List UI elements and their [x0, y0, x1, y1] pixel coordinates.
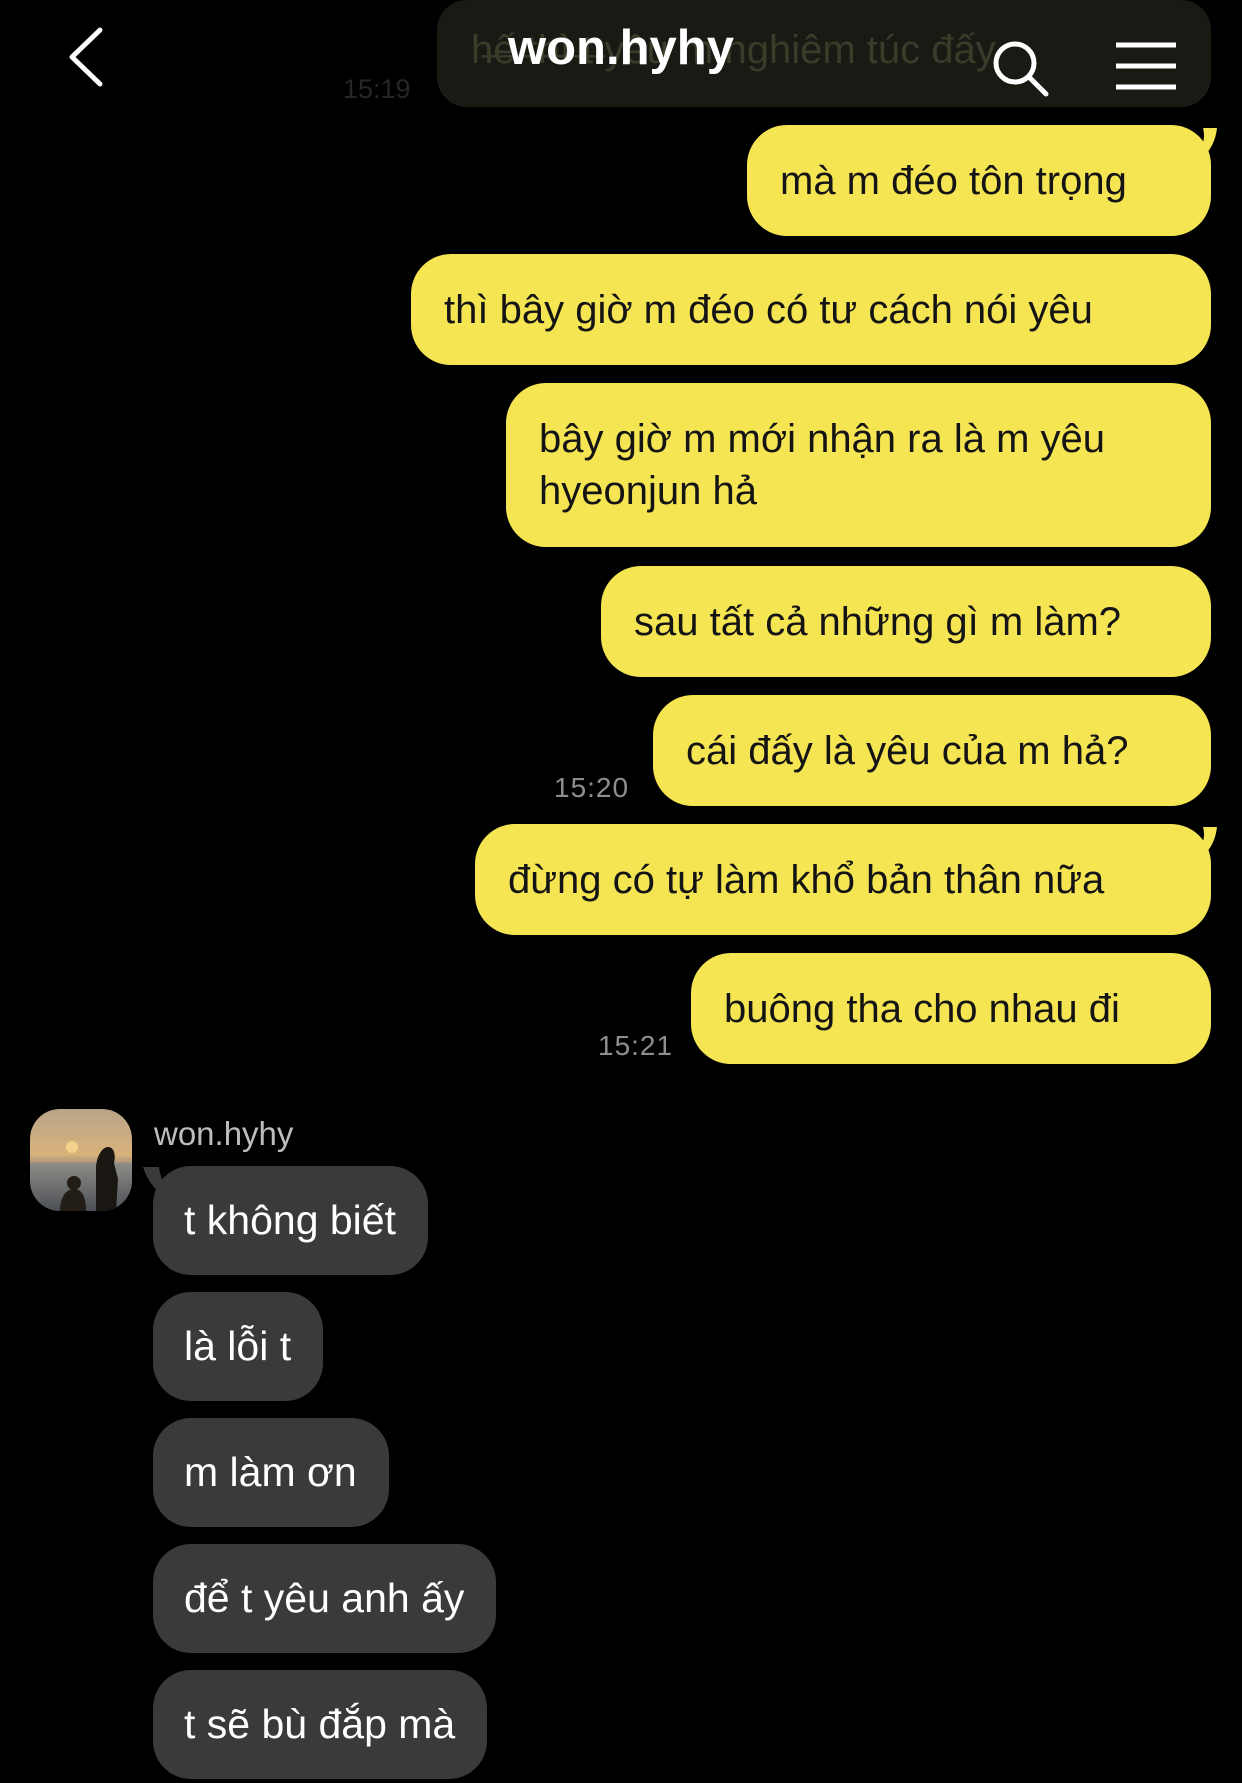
search-icon: [993, 41, 1049, 97]
message-text: cái đấy là yêu của m hả?: [686, 728, 1129, 773]
message-text: t sẽ bù đắp mà: [184, 1701, 456, 1747]
outgoing-message[interactable]: mà m đéo tôn trọng: [747, 125, 1211, 236]
message-text: là lỗi t: [184, 1323, 292, 1369]
menu-icon: [1116, 42, 1176, 90]
message-text: thì bây giờ m đéo có tư cách nói yêu: [444, 287, 1093, 332]
incoming-message[interactable]: để t yêu anh ấy: [153, 1544, 497, 1653]
search-button[interactable]: [990, 38, 1052, 100]
outgoing-message[interactable]: buông tha cho nhau đi: [691, 953, 1211, 1064]
timestamp: 15:20: [554, 772, 630, 803]
partial-outgoing-message[interactable]: h̶ế̶ ̶t̶h̶ì̶ ̶t̶ yêu m nghiêm túc đấy: [437, 0, 1211, 107]
message-text-line: hyeonjun hả: [539, 469, 757, 513]
message-text: sau tất cả những gì m làm?: [634, 599, 1122, 644]
message-text: m làm ơn: [184, 1449, 357, 1495]
menu-button[interactable]: [1114, 40, 1178, 92]
incoming-message[interactable]: t sẽ bù đắp mà: [153, 1670, 488, 1779]
avatar-image: [30, 1109, 132, 1211]
outgoing-message[interactable]: cái đấy là yêu của m hả?: [653, 695, 1211, 806]
timestamp: 15:21: [598, 1030, 674, 1061]
message-text-line: bây giờ m mới nhận ra là m yêu: [539, 417, 1106, 461]
incoming-message[interactable]: là lỗi t: [153, 1292, 324, 1401]
message-text: đừng có tự làm khổ bản thân nữa: [508, 857, 1105, 902]
timestamp-partial: 15:19: [343, 74, 411, 104]
sender-name: won.hyhy: [154, 1115, 294, 1152]
incoming-message[interactable]: m làm ơn: [153, 1418, 389, 1527]
bubble-tail: [1187, 827, 1217, 866]
chevron-left-icon: [69, 27, 103, 87]
outgoing-message[interactable]: đừng có tự làm khổ bản thân nữa: [475, 824, 1211, 935]
outgoing-message[interactable]: thì bây giờ m đéo có tư cách nói yêu: [411, 254, 1211, 365]
incoming-message[interactable]: t không biết: [153, 1166, 428, 1275]
outgoing-message[interactable]: sau tất cả những gì m làm?: [601, 566, 1211, 677]
outgoing-message[interactable]: bây giờ m mới nhận ra là m yêu hyeonjun …: [506, 383, 1211, 547]
avatar[interactable]: [30, 1109, 132, 1211]
partial-message-text: h̶ế̶ ̶t̶h̶ì̶ ̶t̶ yêu m nghiêm túc đấy: [471, 28, 996, 72]
message-text: mà m đéo tôn trọng: [780, 158, 1127, 203]
message-text: buông tha cho nhau đi: [724, 986, 1120, 1031]
message-text: để t yêu anh ấy: [184, 1575, 465, 1621]
message-text: t không biết: [184, 1197, 396, 1243]
bubble-tail: [1187, 128, 1217, 167]
back-button[interactable]: [60, 22, 120, 92]
